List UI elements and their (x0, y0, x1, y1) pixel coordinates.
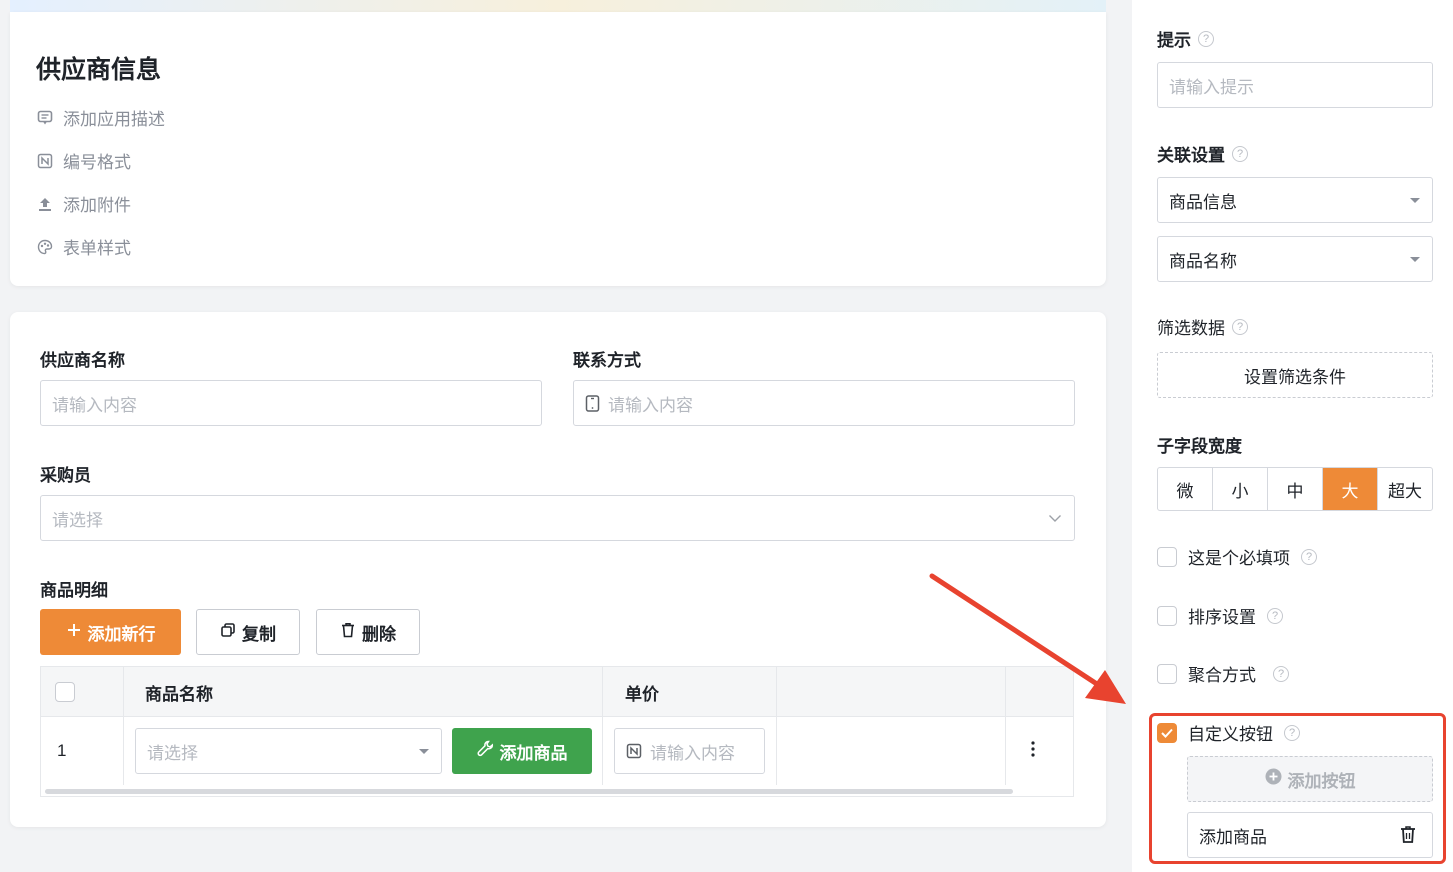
width-option-large[interactable]: 大 (1323, 468, 1378, 510)
required-option[interactable]: 这是个必填项 ? (1157, 544, 1317, 569)
form-style-link[interactable]: 表单样式 (36, 234, 131, 259)
number-format-label: 编号格式 (63, 153, 131, 172)
width-option-tiny[interactable]: 微 (1158, 468, 1213, 510)
help-icon[interactable]: ? (1273, 665, 1289, 682)
hint-input[interactable]: 请输入提示 (1157, 62, 1433, 108)
add-product-label: 添加商品 (499, 743, 568, 763)
add-attachment-link[interactable]: 添加附件 (36, 191, 131, 216)
palette-icon (36, 238, 53, 255)
copy-label: 复制 (242, 624, 276, 644)
sort-option[interactable]: 排序设置 ? (1157, 603, 1283, 628)
aggregate-checkbox[interactable] (1157, 663, 1177, 684)
more-vertical-icon[interactable] (1031, 741, 1035, 762)
add-description-label: 添加应用描述 (63, 110, 165, 129)
filter-label: 筛选数据 (1157, 319, 1225, 338)
page-title: 供应商信息 (36, 56, 162, 84)
price-placeholder: 请输入内容 (650, 743, 735, 763)
details-table: 商品名称 单价 1 请选择 添加商品 请输入内容 (40, 666, 1074, 797)
number-format-icon (626, 743, 642, 759)
chevron-down-icon (1048, 510, 1062, 530)
relation-label: 关联设置 (1157, 146, 1225, 165)
buyer-placeholder: 请选择 (52, 510, 103, 530)
relation-field-select[interactable]: 商品名称 (1157, 236, 1433, 282)
copy-icon (220, 622, 236, 643)
wrench-icon (476, 740, 494, 762)
required-label: 这是个必填项 (1188, 549, 1290, 568)
relation-label-row: 关联设置 ? (1157, 141, 1248, 166)
relation-form-select[interactable]: 商品信息 (1157, 177, 1433, 223)
details-label: 商品明细 (40, 581, 108, 600)
add-description-link[interactable]: 添加应用描述 (36, 105, 165, 130)
width-label: 子字段宽度 (1157, 437, 1242, 456)
column-price: 单价 (625, 684, 659, 704)
horizontal-scrollbar[interactable] (45, 789, 1013, 794)
help-icon[interactable]: ? (1232, 318, 1248, 335)
hint-placeholder: 请输入提示 (1169, 77, 1254, 97)
annotation-arrow (929, 573, 1126, 704)
relation-field-value: 商品名称 (1169, 251, 1237, 271)
phone-icon (585, 394, 600, 412)
add-attachment-label: 添加附件 (63, 196, 131, 215)
add-product-button[interactable]: 添加商品 (452, 728, 592, 774)
hint-label: 提示 (1157, 31, 1191, 50)
filter-label-row: 筛选数据 ? (1157, 314, 1248, 339)
plus-icon (66, 622, 82, 643)
column-product-name: 商品名称 (145, 684, 213, 704)
product-select[interactable]: 请选择 (135, 728, 442, 774)
caret-down-icon (419, 749, 429, 754)
row-index: 1 (57, 741, 67, 760)
width-option-xlarge[interactable]: 超大 (1378, 468, 1432, 510)
aggregate-label: 聚合方式 (1188, 666, 1256, 685)
trash-icon (340, 622, 356, 643)
supplier-name-label: 供应商名称 (40, 351, 125, 370)
contact-label: 联系方式 (573, 351, 641, 370)
contact-placeholder: 请输入内容 (608, 395, 693, 415)
help-icon[interactable]: ? (1198, 30, 1214, 47)
column-divider (123, 667, 124, 785)
supplier-name-input[interactable]: 请输入内容 (40, 380, 542, 426)
help-icon[interactable]: ? (1267, 607, 1283, 624)
form-style-label: 表单样式 (63, 239, 131, 258)
copy-button[interactable]: 复制 (196, 609, 300, 655)
width-option-medium[interactable]: 中 (1268, 468, 1323, 510)
required-checkbox[interactable] (1157, 546, 1177, 567)
contact-input[interactable]: 请输入内容 (573, 380, 1075, 426)
aggregate-option[interactable]: 聚合方式 ? (1157, 661, 1289, 686)
add-row-button[interactable]: 添加新行 (40, 609, 181, 655)
select-all-checkbox[interactable] (55, 667, 75, 717)
delete-button[interactable]: 删除 (316, 609, 420, 655)
table-header: 商品名称 单价 (41, 667, 1073, 717)
number-format-link[interactable]: 编号格式 (36, 148, 131, 173)
comment-icon (36, 109, 53, 126)
buyer-select[interactable]: 请选择 (40, 495, 1075, 541)
upload-icon (36, 195, 53, 212)
buyer-label: 采购员 (40, 466, 91, 485)
column-divider (602, 667, 603, 785)
add-row-label: 添加新行 (87, 624, 156, 644)
hint-label-row: 提示 ? (1157, 26, 1214, 51)
number-format-icon (36, 152, 53, 169)
sort-label: 排序设置 (1188, 608, 1256, 627)
price-input[interactable]: 请输入内容 (614, 728, 765, 774)
product-placeholder: 请选择 (147, 743, 198, 763)
annotation-highlight-box (1149, 713, 1446, 864)
relation-form-value: 商品信息 (1169, 192, 1237, 212)
caret-down-icon (1410, 198, 1420, 203)
width-segmented-control: 微 小 中 大 超大 (1157, 467, 1433, 511)
caret-down-icon (1410, 257, 1420, 262)
help-icon[interactable]: ? (1232, 145, 1248, 162)
delete-label: 删除 (362, 624, 396, 644)
width-option-small[interactable]: 小 (1213, 468, 1268, 510)
supplier-name-placeholder: 请输入内容 (52, 395, 137, 415)
set-filter-button[interactable]: 设置筛选条件 (1157, 352, 1433, 398)
info-card: 供应商信息 添加应用描述 编号格式 添加附件 表单样式 (10, 12, 1106, 286)
column-divider (776, 667, 777, 785)
help-icon[interactable]: ? (1301, 548, 1317, 565)
sort-checkbox[interactable] (1157, 605, 1177, 626)
